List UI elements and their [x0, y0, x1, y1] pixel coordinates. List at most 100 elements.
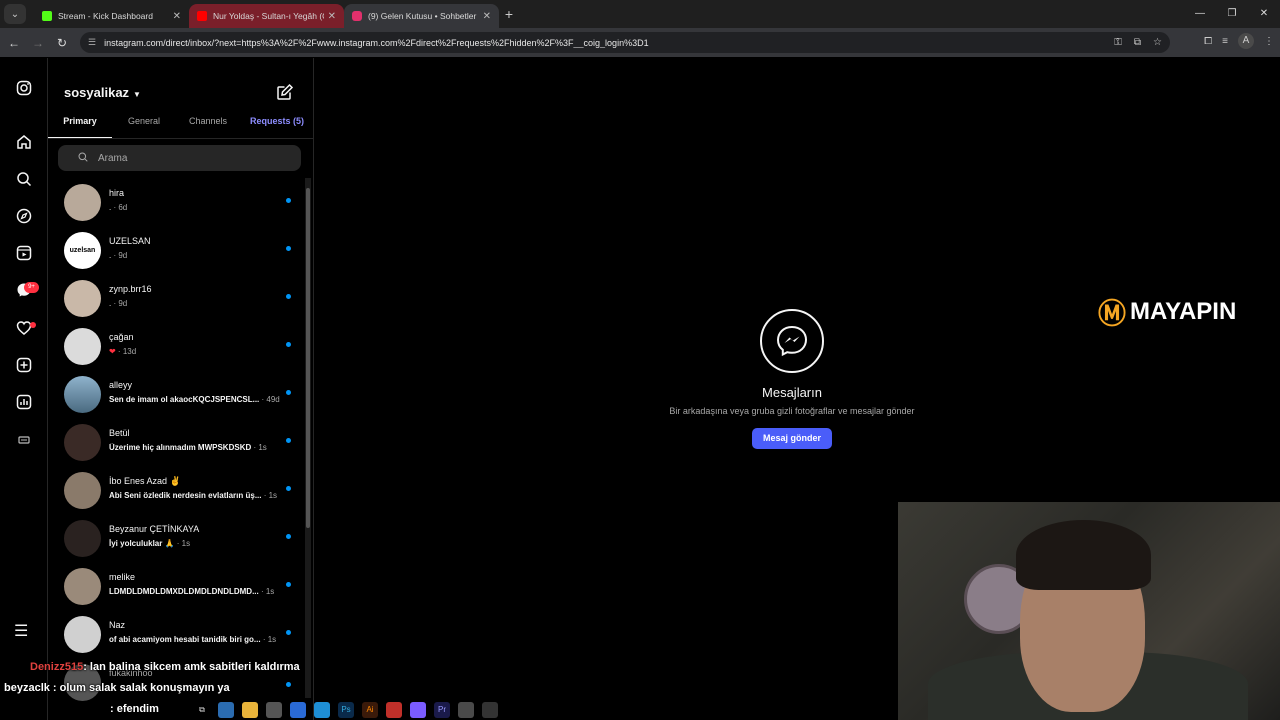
logo-text: MAYAPIN: [1130, 298, 1237, 325]
unread-dot: [286, 534, 291, 539]
reels-icon[interactable]: [14, 245, 34, 265]
instagram-icon[interactable]: [14, 80, 34, 100]
tab-requests[interactable]: Requests (5): [240, 110, 314, 138]
home-icon[interactable]: [14, 134, 34, 154]
conversation-row[interactable]: çağan ❤ · 13d: [48, 322, 306, 370]
conversation-row[interactable]: Naz of abi acamiyom hesabi tanidik biri …: [48, 610, 306, 658]
chrome-active-icon[interactable]: [458, 702, 474, 718]
conversation-row[interactable]: zynp.brr16 . · 9d: [48, 274, 306, 322]
bookmark-star-icon[interactable]: ☆: [1153, 37, 1162, 48]
media-control-icon[interactable]: ≡: [1222, 36, 1228, 47]
premiere-icon[interactable]: Pr: [434, 702, 450, 718]
back-icon[interactable]: ←: [2, 36, 26, 50]
create-icon[interactable]: [14, 357, 34, 377]
conversation-name: hira: [109, 188, 125, 198]
chat-text: : lan balina sikcem amk sabitleri kaldır…: [83, 661, 300, 673]
conversation-row[interactable]: Beyzanur ÇETİNKAYA İyi yolculuklar 🙏 · 1…: [48, 514, 306, 562]
app-red-icon[interactable]: [386, 702, 402, 718]
avatar: [64, 328, 101, 365]
unread-dot: [286, 390, 291, 395]
menu-icon[interactable]: ☰: [14, 621, 28, 641]
conversation-name: UZELSAN: [109, 236, 151, 246]
unread-dot: [286, 246, 291, 251]
conversation-preview: LDMDLDMDLDMXDLDMDLDNDLDMD... · 1s: [109, 587, 275, 596]
illustrator-icon[interactable]: Ai: [362, 702, 378, 718]
conversation-row[interactable]: İbo Enes Azad ✌ Abi Seni özledik nerdesi…: [48, 466, 306, 514]
restore-icon[interactable]: ❐: [1216, 0, 1248, 28]
taskbar: ⧉ Ps Ai Pr: [194, 700, 498, 720]
search-icon[interactable]: [14, 171, 34, 191]
password-key-icon[interactable]: ⚿: [1114, 37, 1122, 48]
file-explorer-icon[interactable]: [242, 702, 258, 718]
tab-channels[interactable]: Channels: [176, 110, 240, 138]
toolbar-right: ⧠ ≡ A ⋮: [1204, 33, 1274, 49]
edge-icon[interactable]: [314, 702, 330, 718]
conversation-preview: Abi Seni özledik nerdesin evlatların üş.…: [109, 491, 278, 500]
unread-dot: [286, 342, 291, 347]
unread-dot: [286, 486, 291, 491]
explore-icon[interactable]: [14, 208, 34, 228]
search-input[interactable]: Arama: [58, 145, 301, 171]
conversation-time: · 49d: [259, 395, 280, 404]
forward-icon[interactable]: →: [26, 36, 50, 50]
scrollbar[interactable]: [305, 178, 311, 698]
threads-icon[interactable]: [14, 432, 34, 452]
app-purple-icon[interactable]: [410, 702, 426, 718]
close-tab-icon[interactable]: ✕: [328, 11, 336, 22]
conversation-name: alleyy: [109, 380, 133, 390]
address-bar[interactable]: ☰ instagram.com/direct/inbox/?next=https…: [80, 32, 1170, 53]
photoshop-icon[interactable]: Ps: [338, 702, 354, 718]
conversation-preview: Sen de imam ol akaocKQCJSPENCSL... · 49d: [109, 395, 280, 404]
tab-primary[interactable]: Primary: [48, 110, 112, 138]
obs-icon[interactable]: [482, 702, 498, 718]
mayapin-logo: Ⓜ MAYAPIN: [1098, 296, 1237, 329]
new-tab-button[interactable]: +: [499, 6, 519, 22]
webcam-feed: [898, 502, 1280, 720]
new-message-icon[interactable]: [276, 83, 294, 101]
window-controls: — ❐ ✕: [1184, 0, 1280, 28]
conversation-name: İbo Enes Azad ✌: [109, 476, 181, 486]
close-window-icon[interactable]: ✕: [1248, 0, 1280, 28]
site-info-icon[interactable]: ☰: [88, 37, 96, 48]
chrome-icon[interactable]: [218, 702, 234, 718]
minimize-icon[interactable]: —: [1184, 0, 1216, 28]
kebab-menu-icon[interactable]: ⋮: [1264, 36, 1274, 47]
store-icon[interactable]: [290, 702, 306, 718]
conversation-time: · 1s: [260, 635, 277, 644]
close-tab-icon[interactable]: ✕: [483, 11, 491, 22]
streamer-hair: [1016, 520, 1151, 590]
avatar: [64, 568, 101, 605]
browser-tab-kick[interactable]: Stream - Kick Dashboard ✕: [34, 4, 189, 28]
conversation-row[interactable]: alleyy Sen de imam ol akaocKQCJSPENCSL..…: [48, 370, 306, 418]
reload-icon[interactable]: ↻: [50, 36, 74, 50]
tab-general[interactable]: General: [112, 110, 176, 138]
dashboard-icon[interactable]: [14, 394, 34, 414]
browser-tab-instagram[interactable]: (9) Gelen Kutusu • Sohbetler ✕: [344, 4, 499, 28]
scrollbar-thumb[interactable]: [306, 188, 310, 528]
instagram-nav-rail: 9+ ☰: [0, 58, 48, 720]
conversation-preview: İyi yolculuklar 🙏 · 1s: [109, 539, 191, 548]
conversation-row[interactable]: Betül Üzerime hiç alınmadım MWPSKDSKD · …: [48, 418, 306, 466]
url-text[interactable]: instagram.com/direct/inbox/?next=https%3…: [104, 38, 1102, 48]
conversation-row[interactable]: hira . · 6d: [48, 178, 306, 226]
chevron-down-icon: ▼: [133, 90, 141, 99]
chat-text: : efendim: [110, 703, 159, 715]
browser-tab-youtube[interactable]: Nur Yoldaş - Sultan-ı Yegâh (Of ✕: [189, 4, 344, 28]
conversation-preview: . · 9d: [109, 299, 128, 308]
unread-dot: [286, 198, 291, 203]
tab-search-button[interactable]: ⌄: [4, 4, 26, 24]
send-message-button[interactable]: Mesaj gönder: [752, 428, 832, 449]
avatar: [64, 184, 101, 221]
conversation-row[interactable]: uzelsan UZELSAN . · 9d: [48, 226, 306, 274]
profile-avatar[interactable]: A: [1238, 33, 1254, 49]
account-switcher[interactable]: sosyalikaz ▼: [64, 85, 141, 100]
conversation-row[interactable]: melike LDMDLDMDLDMXDLDMDLDNDLDMD... · 1s: [48, 562, 306, 610]
extensions-icon[interactable]: ⧠: [1204, 36, 1212, 47]
kick-icon: [42, 11, 52, 21]
search-icon: [78, 152, 88, 165]
install-app-icon[interactable]: ⧉: [1134, 37, 1141, 48]
avatar: [64, 616, 101, 653]
app-icon[interactable]: [266, 702, 282, 718]
task-view-icon[interactable]: ⧉: [194, 702, 210, 718]
close-tab-icon[interactable]: ✕: [173, 11, 181, 22]
